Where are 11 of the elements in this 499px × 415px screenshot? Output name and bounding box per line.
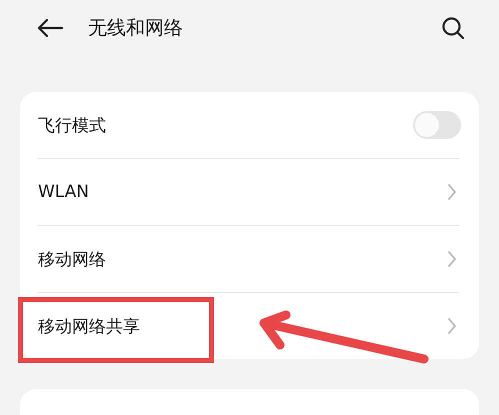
setting-label: WLAN: [38, 182, 90, 202]
chevron-icon: [447, 183, 457, 201]
setting-label: 移动网络: [38, 248, 107, 270]
search-icon[interactable]: [441, 16, 465, 40]
setting-label: 飞行模式: [38, 114, 107, 136]
chevron-icon: [447, 250, 457, 268]
back-icon[interactable]: [36, 18, 64, 38]
toggle-switch[interactable]: [413, 111, 461, 139]
page-title: 无线和网络: [88, 16, 184, 41]
chevron-icon: [447, 317, 457, 335]
setting-label: 移动网络共享: [38, 316, 141, 338]
